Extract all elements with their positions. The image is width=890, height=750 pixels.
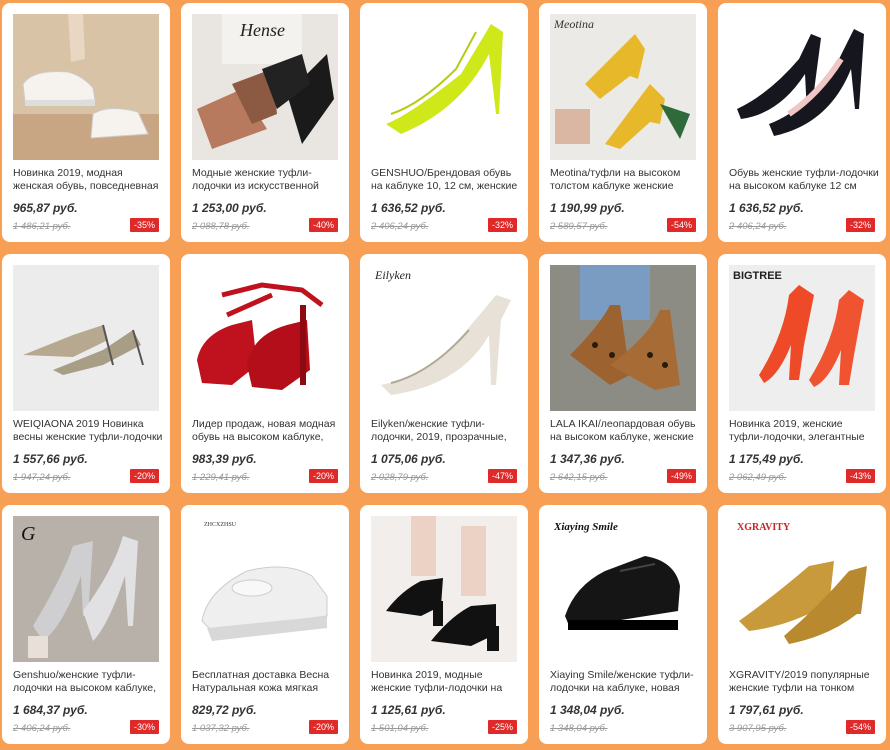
product-title[interactable]: LALA IKAI/леопардовая обувь на высоком к… <box>550 418 700 444</box>
product-old-price: 1 348,04 руб. <box>550 723 608 734</box>
discount-badge: -20% <box>308 469 338 483</box>
product-image[interactable] <box>13 14 159 160</box>
product-old-price: 2 642,15 руб. <box>550 472 608 483</box>
product-title[interactable]: Модные женские туфли-лодочки из искусств… <box>192 167 342 193</box>
product-image[interactable] <box>550 265 696 411</box>
product-title[interactable]: Новинка 2019, модная женская обувь, повс… <box>13 167 163 193</box>
product-title[interactable]: GENSHUO/Брендовая обувь на каблуке 10, 1… <box>371 167 521 193</box>
product-old-price: 2 406,24 руб. <box>13 723 71 734</box>
product-image[interactable]: Xiaying Smile <box>550 516 696 662</box>
product-card[interactable]: Meotina Meotina/туфли на высоком толстом… <box>539 3 707 242</box>
product-image[interactable]: BIGTREE <box>729 265 875 411</box>
product-old-price: 1 501,04 руб. <box>371 723 429 734</box>
product-card[interactable]: XGRAVITY XGRAVITY/2019 популярные женски… <box>718 505 886 744</box>
product-old-price: 1 947,24 руб. <box>13 472 71 483</box>
product-price: 1 075,06 руб. <box>371 452 446 466</box>
product-old-price: 3 907,95 руб. <box>729 723 787 734</box>
discount-badge: -49% <box>666 469 696 483</box>
product-title[interactable]: Бесплатная доставка Весна Натуральная ко… <box>192 669 342 695</box>
product-price: 965,87 руб. <box>13 201 78 215</box>
product-price: 1 125,61 руб. <box>371 703 446 717</box>
product-card[interactable]: Eilyken Eilyken/женские туфли-лодочки, 2… <box>360 254 528 493</box>
product-title[interactable]: Новинка 2019, женские туфли-лодочки, эле… <box>729 418 879 444</box>
discount-badge: -32% <box>845 218 875 232</box>
discount-badge: -32% <box>487 218 517 232</box>
product-card[interactable]: Hense Модные женские туфли-лодочки из ис… <box>181 3 349 242</box>
product-old-price: 2 028,79 руб. <box>371 472 429 483</box>
product-card[interactable]: G Genshuo/женские туфли-лодочки на высок… <box>2 505 170 744</box>
discount-badge: -43% <box>845 469 875 483</box>
product-price: 829,72 руб. <box>192 703 257 717</box>
product-card[interactable]: GENSHUO/Брендовая обувь на каблуке 10, 1… <box>360 3 528 242</box>
discount-badge: -47% <box>487 469 517 483</box>
product-price: 1 348,04 руб. <box>550 703 625 717</box>
product-image[interactable] <box>13 265 159 411</box>
product-price: 1 190,99 руб. <box>550 201 625 215</box>
product-image[interactable]: Hense <box>192 14 338 160</box>
product-old-price: 2 406,24 руб. <box>729 221 787 232</box>
product-card[interactable]: Обувь женские туфли-лодочки на высоком к… <box>718 3 886 242</box>
product-price: 983,39 руб. <box>192 452 257 466</box>
discount-badge: -40% <box>308 218 338 232</box>
svg-text:XGRAVITY: XGRAVITY <box>737 522 791 533</box>
product-card[interactable]: BIGTREE Новинка 2019, женские туфли-лодо… <box>718 254 886 493</box>
product-image[interactable] <box>192 265 338 411</box>
product-price: 1 636,52 руб. <box>729 201 804 215</box>
product-price: 1 347,36 руб. <box>550 452 625 466</box>
product-old-price: 2 088,78 руб. <box>192 221 250 232</box>
svg-text:G: G <box>21 523 36 545</box>
product-old-price: 2 406,24 руб. <box>371 221 429 232</box>
product-old-price: 2 062,49 руб. <box>729 472 787 483</box>
product-image[interactable]: XGRAVITY <box>729 516 875 662</box>
product-price: 1 253,00 руб. <box>192 201 267 215</box>
product-image[interactable]: ZHCXZHSU <box>192 516 338 662</box>
product-card[interactable]: Новинка 2019, модная женская обувь, повс… <box>2 3 170 242</box>
product-image[interactable]: G <box>13 516 159 662</box>
product-old-price: 1 229,41 руб. <box>192 472 250 483</box>
product-card[interactable]: ZHCXZHSU Бесплатная доставка Весна Натур… <box>181 505 349 744</box>
discount-badge: -25% <box>487 720 517 734</box>
discount-badge: -54% <box>845 720 875 734</box>
discount-badge: -35% <box>129 218 159 232</box>
svg-text:Eilyken: Eilyken <box>374 268 411 282</box>
svg-text:BIGTREE: BIGTREE <box>733 270 782 282</box>
product-image[interactable] <box>371 14 517 160</box>
svg-text:Hense: Hense <box>239 20 285 40</box>
product-grid: Новинка 2019, модная женская обувь, повс… <box>2 3 886 744</box>
discount-badge: -30% <box>129 720 159 734</box>
product-image[interactable]: Meotina <box>550 14 696 160</box>
product-card[interactable]: Новинка 2019, модные женские туфли-лодоч… <box>360 505 528 744</box>
product-image[interactable]: Eilyken <box>371 265 517 411</box>
discount-badge: -20% <box>129 469 159 483</box>
product-image[interactable] <box>729 14 875 160</box>
product-card[interactable]: LALA IKAI/леопардовая обувь на высоком к… <box>539 254 707 493</box>
discount-badge: -20% <box>308 720 338 734</box>
product-title[interactable]: Xiaying Smile/женские туфли-лодочки на к… <box>550 669 700 695</box>
product-title[interactable]: Обувь женские туфли-лодочки на высоком к… <box>729 167 879 193</box>
svg-text:Xiaying Smile: Xiaying Smile <box>553 521 618 533</box>
product-price: 1 684,37 руб. <box>13 703 88 717</box>
product-title[interactable]: Meotina/туфли на высоком толстом каблуке… <box>550 167 700 193</box>
svg-text:ZHCXZHSU: ZHCXZHSU <box>204 522 237 528</box>
product-title[interactable]: WEIQIAONA 2019 Новинка весны женские туф… <box>13 418 163 444</box>
product-title[interactable]: Новинка 2019, модные женские туфли-лодоч… <box>371 669 521 695</box>
product-price: 1 636,52 руб. <box>371 201 446 215</box>
product-card[interactable]: Лидер продаж, новая модная обувь на высо… <box>181 254 349 493</box>
product-card[interactable]: WEIQIAONA 2019 Новинка весны женские туф… <box>2 254 170 493</box>
svg-text:Meotina: Meotina <box>553 17 594 31</box>
product-title[interactable]: Eilyken/женские туфли-лодочки, 2019, про… <box>371 418 521 444</box>
product-price: 1 175,49 руб. <box>729 452 804 466</box>
discount-badge: -54% <box>666 218 696 232</box>
product-image[interactable] <box>371 516 517 662</box>
product-price: 1 797,61 руб. <box>729 703 804 717</box>
product-card[interactable]: Xiaying Smile Xiaying Smile/женские туфл… <box>539 505 707 744</box>
product-price: 1 557,66 руб. <box>13 452 88 466</box>
product-title[interactable]: Genshuo/женские туфли-лодочки на высоком… <box>13 669 163 695</box>
product-title[interactable]: Лидер продаж, новая модная обувь на высо… <box>192 418 342 444</box>
product-old-price: 2 589,57 руб. <box>550 221 608 232</box>
product-old-price: 1 486,21 руб. <box>13 221 71 232</box>
product-old-price: 1 037,32 руб. <box>192 723 250 734</box>
product-title[interactable]: XGRAVITY/2019 популярные женские туфли н… <box>729 669 879 695</box>
